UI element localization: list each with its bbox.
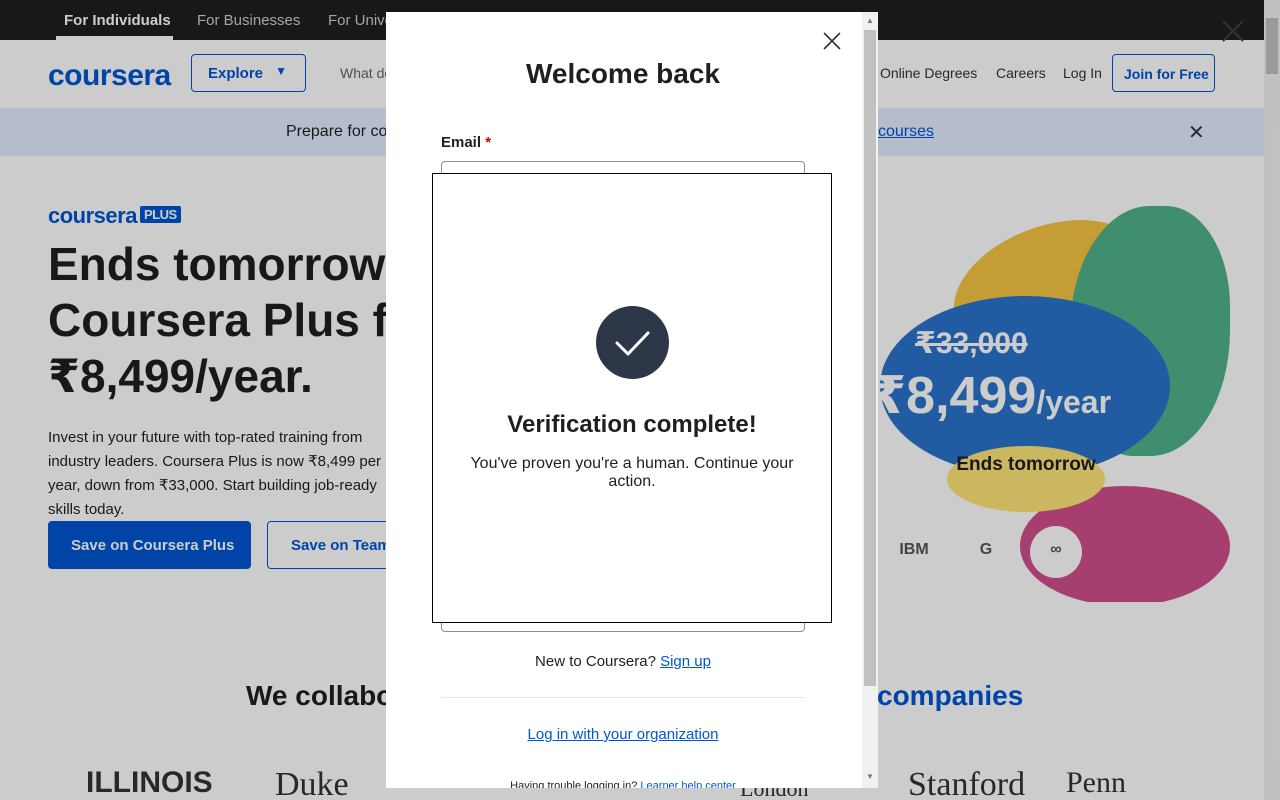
verification-message: You've proven you're a human. Continue y… xyxy=(470,455,794,490)
close-icon[interactable] xyxy=(1219,17,1247,45)
help-center-link[interactable]: Learner help center xyxy=(640,780,735,788)
email-label: Email * xyxy=(441,134,491,151)
modal-title: Welcome back xyxy=(525,58,721,89)
verification-success-badge xyxy=(596,306,669,379)
divider xyxy=(441,697,805,698)
scroll-up-arrow-icon[interactable]: ▲ xyxy=(866,16,874,25)
required-asterisk: * xyxy=(485,134,492,151)
modal-scrollbar[interactable]: ▲ ▼ xyxy=(862,12,878,788)
sign-up-link[interactable]: Sign up xyxy=(660,653,711,670)
modal-scrollbar-thumb[interactable] xyxy=(864,30,876,686)
modal-close-icon[interactable] xyxy=(822,31,842,51)
org-login-link[interactable]: Log in with your organization xyxy=(386,726,860,743)
checkmark-icon xyxy=(615,331,650,356)
captcha-verification-box: Verification complete! You've proven you… xyxy=(432,173,832,623)
scroll-down-arrow-icon[interactable]: ▼ xyxy=(866,772,874,781)
verification-title: Verification complete! xyxy=(507,411,757,438)
new-to-coursera-text: New to Coursera? xyxy=(535,653,656,670)
email-label-text: Email xyxy=(441,134,482,151)
trouble-text: Having trouble logging in? xyxy=(510,780,638,788)
new-to-coursera: New to Coursera? Sign up xyxy=(386,653,860,670)
trouble-logging-in: Having trouble logging in? Learner help … xyxy=(386,780,860,788)
